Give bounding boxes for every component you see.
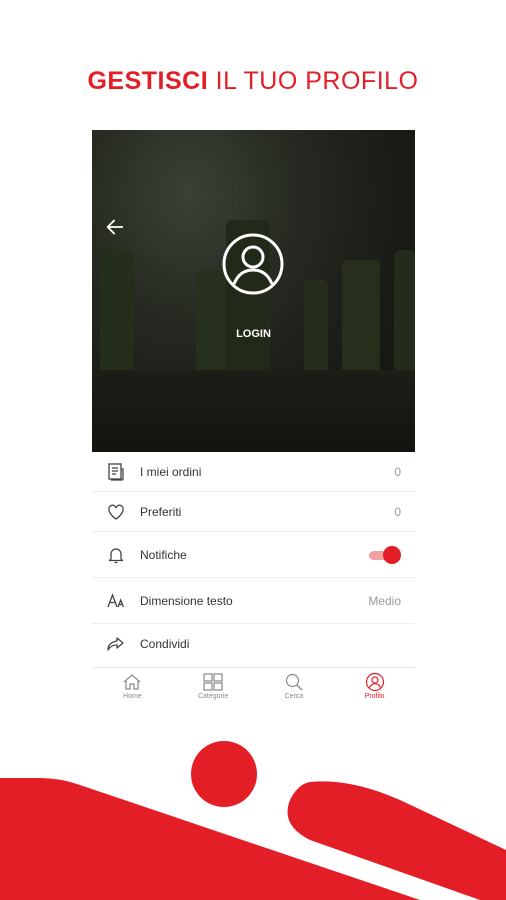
favorites-count: 0 bbox=[394, 504, 401, 519]
receipt-icon bbox=[108, 462, 124, 481]
orders-count: 0 bbox=[394, 464, 401, 479]
decor-circle bbox=[191, 741, 257, 807]
profile-icon bbox=[365, 672, 384, 692]
menu-item-label: Dimensione testo bbox=[140, 593, 233, 608]
search-icon bbox=[285, 673, 303, 691]
tab-label: Profilo bbox=[364, 693, 385, 700]
tab-label: Categorie bbox=[197, 693, 229, 700]
menu-item-label: Preferiti bbox=[140, 504, 182, 519]
login-label[interactable]: LOGIN bbox=[92, 328, 415, 340]
menu-item-label: Notifiche bbox=[140, 547, 187, 562]
text-size-icon bbox=[107, 592, 125, 607]
home-icon bbox=[123, 674, 141, 690]
heart-icon bbox=[108, 504, 124, 520]
share-icon bbox=[107, 636, 124, 651]
menu-item-orders[interactable]: I miei ordini 0 bbox=[92, 452, 415, 492]
arrow-left-icon[interactable] bbox=[104, 216, 126, 238]
text-size-value: Medio bbox=[368, 593, 401, 608]
headline-bold: GESTISCI bbox=[87, 67, 209, 95]
notifications-toggle[interactable] bbox=[369, 545, 401, 564]
headline-light: IL TUO PROFILO bbox=[208, 67, 419, 95]
menu-item-text-size[interactable]: Dimensione testo Medio bbox=[92, 578, 415, 624]
menu-item-label: Condividi bbox=[140, 636, 190, 651]
profile-menu: I miei ordini 0 Preferiti 0 Notifiche Di… bbox=[92, 452, 415, 663]
tab-label: Cerca bbox=[284, 693, 304, 700]
brand-decoration bbox=[0, 741, 506, 900]
menu-item-notifications: Notifiche bbox=[92, 532, 415, 578]
menu-item-label: I miei ordini bbox=[140, 464, 202, 479]
grid-icon bbox=[203, 673, 223, 691]
phone-screen: LOGIN I miei ordini 0 Preferiti 0 Notifi… bbox=[92, 130, 415, 705]
tab-label: Home bbox=[123, 693, 142, 700]
menu-item-favorites[interactable]: Preferiti 0 bbox=[92, 492, 415, 532]
menu-item-share[interactable]: Condividi bbox=[92, 624, 415, 663]
bell-icon bbox=[108, 547, 124, 563]
user-circle-icon[interactable] bbox=[221, 232, 285, 296]
headline: GESTISCI IL TUO PROFILO bbox=[0, 66, 506, 96]
toggle-knob bbox=[383, 545, 401, 564]
profile-hero: LOGIN bbox=[92, 130, 415, 452]
